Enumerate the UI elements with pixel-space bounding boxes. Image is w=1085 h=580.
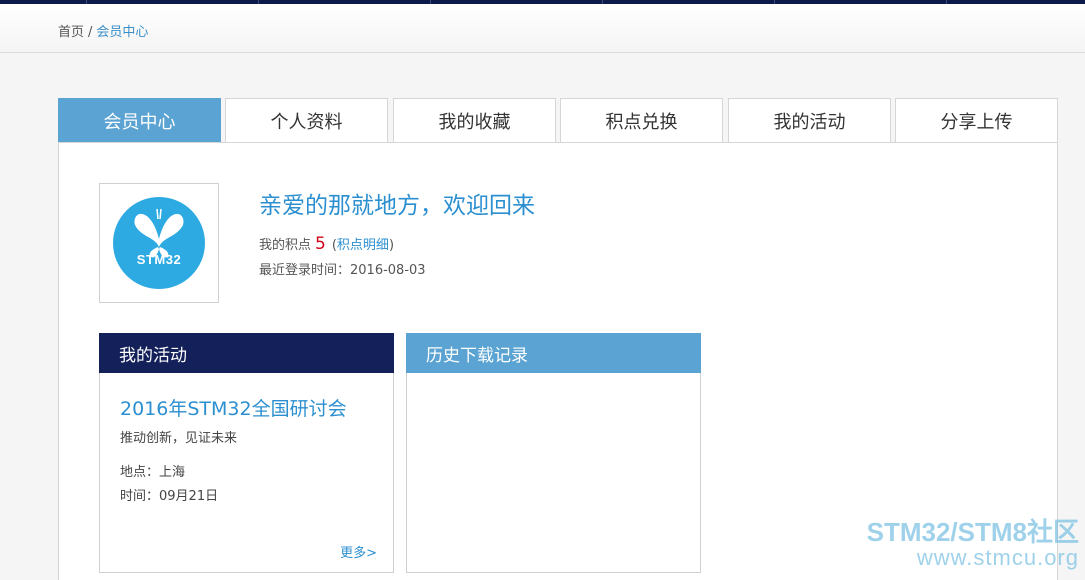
- points-detail-close: ): [388, 238, 395, 253]
- breadcrumb-current[interactable]: 会员中心: [96, 25, 148, 40]
- download-history-card: 历史下载记录: [406, 333, 701, 573]
- tab-share-upload[interactable]: 分享上传: [895, 98, 1058, 143]
- my-activities-card: 我的活动 2016年STM32全国研讨会 推动创新，见证未来 地点：上海 时间：…: [99, 333, 394, 573]
- event-location: 地点：上海: [120, 465, 186, 480]
- points-summary: 我的积点 5 (积点明细): [259, 234, 394, 254]
- points-detail-link[interactable]: 积点明细: [337, 238, 389, 253]
- watermark-brand: STM32/STM8社区: [866, 517, 1079, 547]
- breadcrumb-bar: 首页 / 会员中心: [0, 4, 1085, 53]
- my-activities-card-title: 我的活动: [99, 333, 394, 373]
- welcome-message: 亲爱的那就地方，欢迎回来: [259, 193, 535, 219]
- points-value: 5: [315, 234, 326, 254]
- breadcrumb-home[interactable]: 首页: [58, 25, 84, 40]
- avatar[interactable]: STM32: [99, 183, 219, 303]
- member-tabs: 会员中心 个人资料 我的收藏 积点兑换 我的活动 分享上传: [58, 98, 1058, 143]
- event-subtitle: 推动创新，见证未来: [120, 431, 238, 446]
- points-label: 我的积点: [259, 238, 312, 253]
- tab-member-center[interactable]: 会员中心: [58, 98, 221, 143]
- avatar-logo-text: STM32: [136, 252, 182, 267]
- more-link[interactable]: 更多>: [340, 542, 377, 561]
- site-watermark: STM32/STM8社区 www.stmcu.org: [867, 518, 1079, 570]
- tab-profile[interactable]: 个人资料: [225, 98, 388, 143]
- stm32-logo: STM32: [113, 197, 205, 289]
- last-login-time: 最近登录时间：2016-08-03: [259, 263, 426, 278]
- download-history-card-title: 历史下载记录: [406, 333, 701, 373]
- event-title-link[interactable]: 2016年STM32全国研讨会: [120, 394, 347, 421]
- tab-points-exchange[interactable]: 积点兑换: [560, 98, 723, 143]
- tab-favorites[interactable]: 我的收藏: [393, 98, 556, 143]
- breadcrumb: 首页 / 会员中心: [58, 21, 148, 40]
- event-time: 时间：09月21日: [120, 489, 219, 504]
- watermark-url: www.stmcu.org: [916, 545, 1079, 570]
- tab-my-activities[interactable]: 我的活动: [728, 98, 891, 143]
- breadcrumb-separator: /: [88, 25, 93, 40]
